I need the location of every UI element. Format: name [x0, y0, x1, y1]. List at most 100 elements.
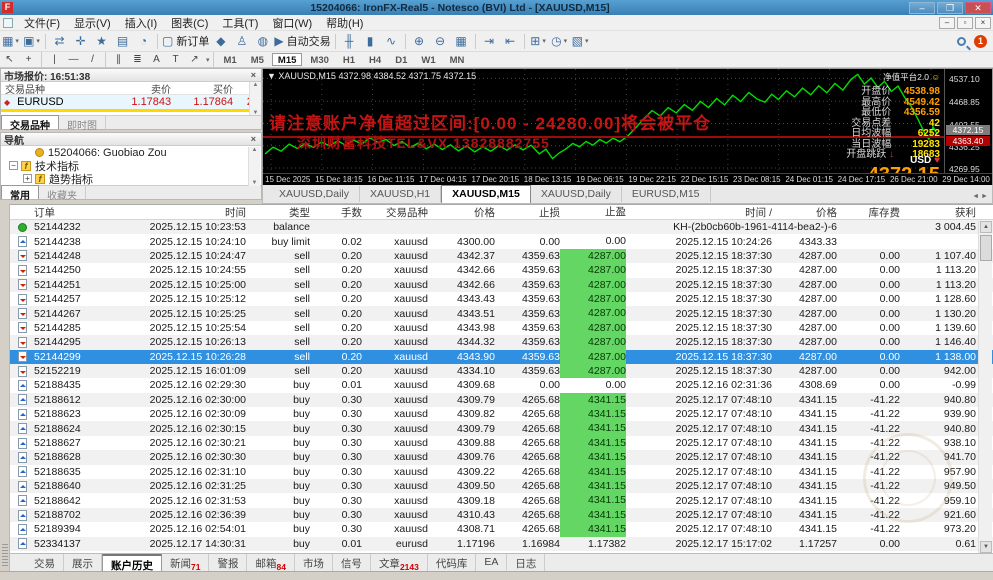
order-row[interactable]: 521522192025.12.15 16:01:09sell0.20xauus… — [10, 364, 993, 378]
child-restore-button[interactable]: ▫ — [957, 17, 973, 29]
cursor-icon[interactable]: ↖ — [1, 53, 18, 67]
vertical-line-icon[interactable]: | — [46, 53, 63, 67]
navigator-item-indicators[interactable]: −f技术指标 — [1, 159, 261, 172]
menu-item[interactable]: 帮助(H) — [319, 17, 370, 31]
order-row[interactable]: 521893942025.12.16 02:54:01buy0.30xauusd… — [10, 522, 993, 536]
crosshair-icon[interactable]: + — [20, 53, 37, 67]
order-row[interactable]: 521886352025.12.16 02:31:10buy0.30xauusd… — [10, 465, 993, 479]
column-header-9[interactable]: 价格 — [772, 205, 837, 220]
column-header-6[interactable]: 止损 — [495, 205, 560, 220]
chart-tab[interactable]: EURUSD,M15 — [622, 186, 711, 202]
column-header-7[interactable]: 止盈 — [560, 205, 626, 219]
text-icon[interactable]: A — [148, 53, 165, 67]
chart-tab[interactable]: XAUUSD,H1 — [360, 186, 441, 202]
market-watch-column-1[interactable]: 卖价 — [109, 81, 171, 96]
child-close-button[interactable]: × — [975, 17, 991, 29]
line-chart-button[interactable]: ∿ — [382, 32, 401, 50]
candlestick-button[interactable]: ▮ — [361, 32, 380, 50]
order-row[interactable]: 521442322025.12.15 10:23:53balanceKH-(2b… — [10, 220, 993, 234]
dropdown-arrow-icon[interactable]: ▾ — [564, 37, 568, 45]
autotrading-button[interactable]: ▶自动交易 — [274, 32, 330, 50]
fibonacci-icon[interactable]: ≣ — [129, 53, 146, 67]
scroll-down-icon[interactable]: ▼ — [252, 180, 258, 186]
dropdown-arrow-icon[interactable]: ▾ — [585, 37, 589, 45]
order-row[interactable]: 521442382025.12.15 10:24:10buy limit0.02… — [10, 234, 993, 248]
dropdown-arrow-icon[interactable]: ▾ — [15, 37, 19, 45]
order-row[interactable]: 521442992025.12.15 10:26:28sell0.20xauus… — [10, 350, 993, 364]
scroll-up-icon[interactable]: ▲ — [980, 221, 992, 233]
order-row[interactable]: 521442852025.12.15 10:25:54sell0.20xauus… — [10, 321, 993, 335]
order-row[interactable]: 521886122025.12.16 02:30:00buy0.30xauusd… — [10, 393, 993, 407]
label-icon[interactable]: T — [167, 53, 184, 67]
bar-chart-button[interactable]: ╫ — [340, 32, 359, 50]
order-row[interactable]: 523341372025.12.17 14:30:31buy0.01eurusd… — [10, 537, 993, 551]
navigator-tab[interactable]: 常用 — [1, 185, 39, 199]
market-watch-close-icon[interactable]: × — [249, 70, 258, 80]
menu-item[interactable]: 窗口(W) — [265, 17, 319, 31]
order-row[interactable]: 521886402025.12.16 02:31:25buy0.30xauusd… — [10, 479, 993, 493]
navigator-scrollbar[interactable]: ▲▼ — [248, 147, 260, 186]
zoom-out-button[interactable]: ⊖ — [431, 32, 450, 50]
order-row[interactable]: 521886282025.12.16 02:30:30buy0.30xauusd… — [10, 450, 993, 464]
news-button[interactable]: ◍ — [253, 32, 272, 50]
chart-tab[interactable]: XAUUSD,Daily — [531, 186, 622, 202]
indicators-button[interactable]: ⊞▾ — [529, 32, 548, 50]
order-row[interactable]: 521442502025.12.15 10:24:55sell0.20xauus… — [10, 263, 993, 277]
menu-item[interactable]: 文件(F) — [17, 17, 67, 31]
dropdown-arrow-icon[interactable]: ▾ — [206, 56, 210, 64]
column-header-0[interactable]: 订单 — [34, 205, 94, 220]
order-row[interactable]: 521887022025.12.16 02:36:39buy0.30xauusd… — [10, 508, 993, 522]
dropdown-arrow-icon[interactable]: ▾ — [542, 37, 546, 45]
timeframe-m15-button[interactable]: M15 — [272, 53, 302, 66]
timeframe-d1-button[interactable]: D1 — [389, 53, 413, 66]
column-header-8[interactable]: 时间 / — [626, 205, 772, 220]
scroll-down-icon[interactable]: ▼ — [980, 541, 992, 553]
dock-grip[interactable] — [2, 544, 8, 566]
timeframe-mn-button[interactable]: MN — [444, 53, 471, 66]
order-row[interactable]: 521886242025.12.16 02:30:15buy0.30xauusd… — [10, 421, 993, 435]
column-header-1[interactable]: 时间 — [94, 205, 246, 220]
channel-icon[interactable]: ∥ — [110, 53, 127, 67]
new-order-button[interactable]: ▢新订单 — [162, 32, 209, 50]
order-row[interactable]: 521442482025.12.15 10:24:47sell0.20xauus… — [10, 249, 993, 263]
table-scrollbar[interactable]: ▲ ▼ — [978, 221, 992, 553]
terminal-tab-EA[interactable]: EA — [476, 554, 507, 570]
navigator-toggle-button[interactable]: ★ — [92, 32, 111, 50]
new-chart-button[interactable]: ▦▾ — [1, 32, 20, 50]
chart-canvas[interactable]: ▼ XAUUSD,M15 4372.98 4384.52 4371.75 437… — [263, 69, 992, 173]
menu-item[interactable]: 显示(V) — [67, 17, 118, 31]
arrows-icon[interactable]: ↗ — [186, 53, 203, 67]
price-axis[interactable]: 4537.104468.854402.554336.254269.954372.… — [944, 69, 992, 173]
dropdown-arrow-icon[interactable]: ▾ — [36, 37, 40, 45]
profiles-button[interactable]: ▣▾ — [22, 32, 41, 50]
scroll-thumb[interactable] — [980, 235, 992, 261]
market-watch-scrollbar[interactable]: ▲▼ — [249, 82, 261, 116]
menu-item[interactable]: 插入(I) — [118, 17, 164, 31]
navigator-tab[interactable]: 收藏夹 — [39, 186, 86, 199]
notification-badge[interactable]: 1 — [974, 35, 987, 48]
timeframe-m1-button[interactable]: M1 — [218, 53, 243, 66]
maximize-button[interactable]: ❐ — [937, 2, 963, 14]
scroll-up-icon[interactable]: ▲ — [252, 147, 258, 153]
market-watch-tab[interactable]: 即时图 — [59, 116, 106, 129]
symbol-row-eurusd[interactable]: ◆ EURUSD 1.17843 1.17864 21 — [1, 95, 261, 109]
minimize-button[interactable]: – — [909, 2, 935, 14]
metaeditor-button[interactable]: ◆ — [211, 32, 230, 50]
chart-shift-button[interactable]: ⇤ — [501, 32, 520, 50]
column-header-4[interactable]: 交易品种 — [362, 205, 428, 220]
collapse-arrow-icon[interactable]: ▼ — [267, 71, 278, 81]
market-watch-tab[interactable]: 交易品种 — [1, 115, 59, 129]
order-row[interactable]: 521886272025.12.16 02:30:21buy0.30xauusd… — [10, 436, 993, 450]
script-button[interactable]: ♙ — [232, 32, 251, 50]
auto-scroll-button[interactable]: ⇥ — [480, 32, 499, 50]
terminal-toggle-button[interactable]: ▤ — [113, 32, 132, 50]
chart-tab[interactable]: XAUUSD,Daily — [269, 186, 360, 202]
navigator-close-icon[interactable]: × — [249, 134, 258, 144]
order-row[interactable]: 521442952025.12.15 10:26:13sell0.20xauus… — [10, 335, 993, 349]
strategy-tester-button[interactable]: ◔ — [134, 32, 153, 50]
tab-scroll-icons[interactable]: ◄ ► — [972, 193, 988, 200]
chart-window[interactable]: ▼ XAUUSD,M15 4372.98 4384.52 4371.75 437… — [262, 68, 993, 204]
column-header-5[interactable]: 价格 — [428, 205, 495, 220]
templates-button[interactable]: ▧▾ — [571, 32, 590, 50]
order-row[interactable]: 521884352025.12.16 02:29:30buy0.01xauusd… — [10, 378, 993, 392]
